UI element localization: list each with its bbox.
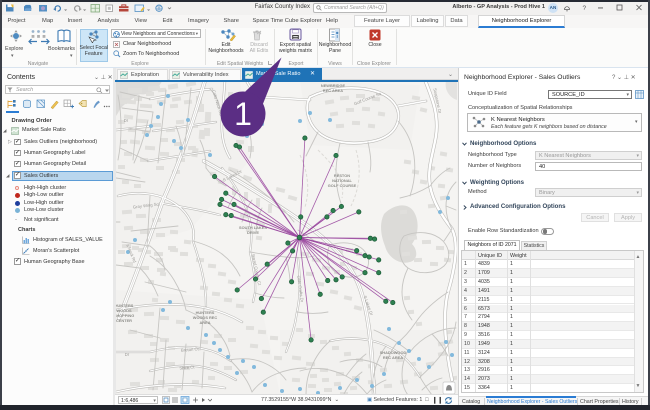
svg-text:REC AREA: REC AREA — [383, 355, 403, 360]
svg-text:DRIVE: DRIVE — [247, 230, 259, 235]
svg-text:GOLF COURSE: GOLF COURSE — [328, 183, 357, 188]
svg-text:REC AREA: REC AREA — [323, 88, 343, 93]
svg-text:Dr: Dr — [125, 352, 130, 357]
svg-text:Dr: Dr — [124, 118, 129, 123]
svg-text:CENTER: CENTER — [116, 318, 132, 323]
svg-text:?: ? — [583, 5, 587, 12]
svg-text:AREA: AREA — [199, 320, 210, 325]
